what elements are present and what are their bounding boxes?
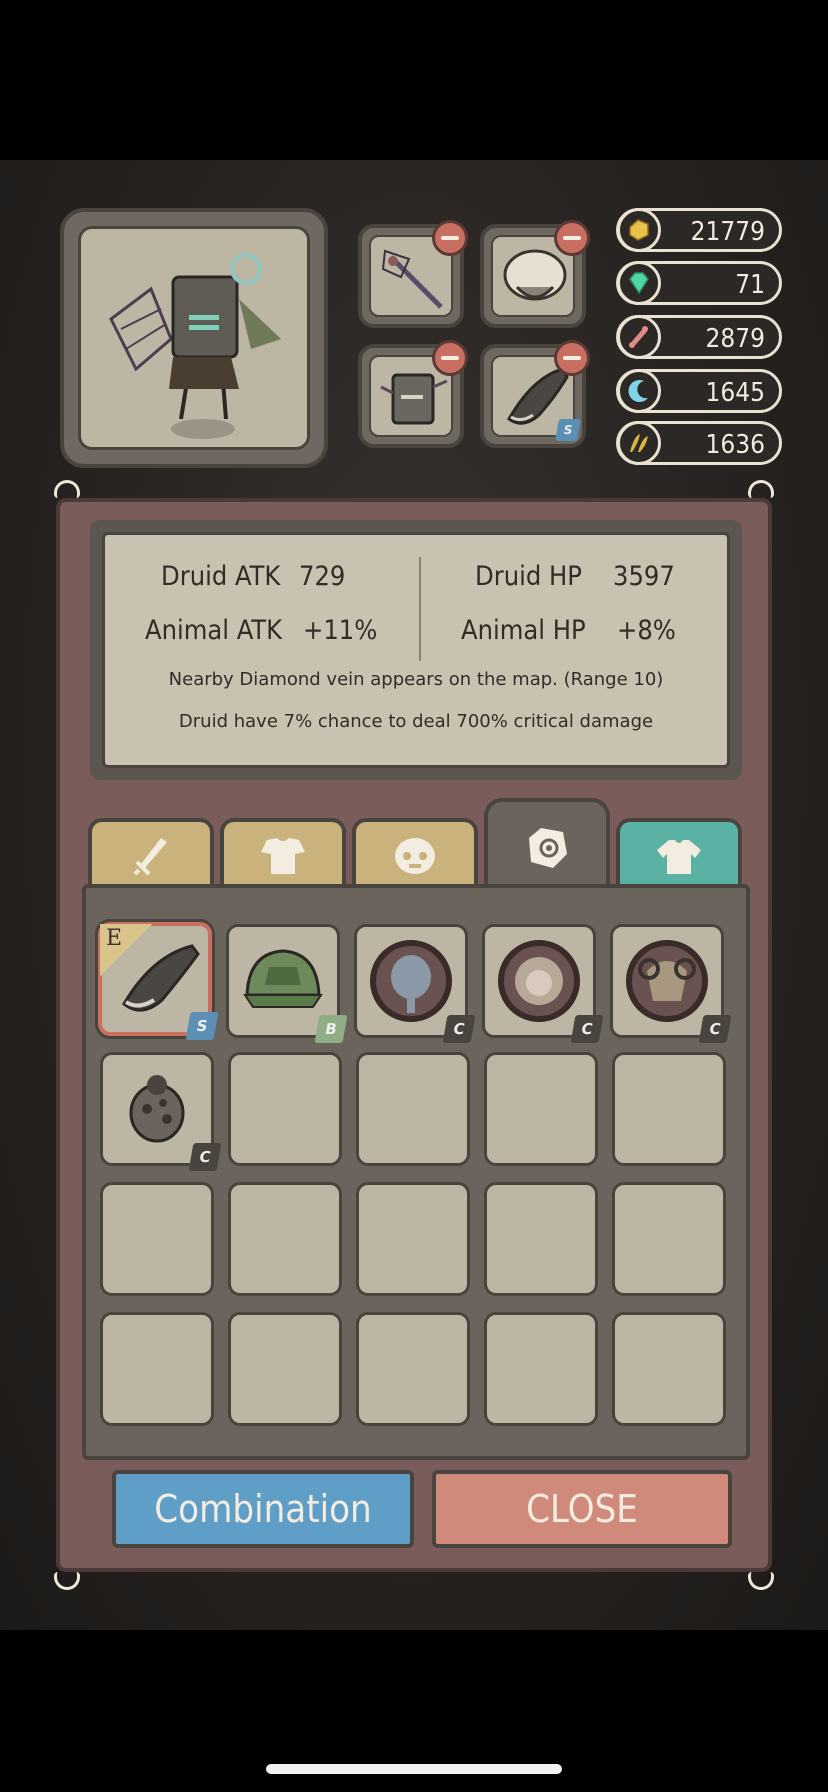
close-button[interactable]: CLOSE bbox=[432, 1470, 732, 1548]
wing-value: 1636 bbox=[705, 430, 765, 460]
inventory-slot-empty[interactable] bbox=[228, 1052, 342, 1166]
tab-weapon[interactable] bbox=[88, 818, 214, 890]
bone-icon bbox=[617, 315, 661, 359]
inventory-slot-empty[interactable] bbox=[484, 1052, 598, 1166]
gold-nugget-icon bbox=[617, 208, 661, 252]
grade-badge: B bbox=[314, 1015, 348, 1043]
animal-atk-value: +11% bbox=[303, 615, 378, 646]
gem-icon bbox=[617, 261, 661, 305]
resource-gem: 71 bbox=[616, 261, 782, 305]
animal-hp-value: +8% bbox=[617, 615, 676, 646]
stats-frame: Druid ATK 729 Animal ATK +11% Druid HP 3… bbox=[90, 520, 742, 780]
crescent-icon bbox=[617, 369, 661, 413]
inventory-slot-empty[interactable] bbox=[356, 1052, 470, 1166]
grade-badge: S bbox=[555, 419, 581, 441]
tab-armor[interactable] bbox=[220, 818, 346, 890]
inventory-slot[interactable]: E S bbox=[95, 919, 219, 1040]
animal-atk-label: Animal ATK bbox=[145, 615, 283, 646]
unequip-button[interactable] bbox=[432, 220, 468, 256]
tab-relic[interactable] bbox=[484, 798, 610, 894]
inventory-slot-empty[interactable] bbox=[484, 1312, 598, 1426]
resource-bone: 2879 bbox=[616, 315, 782, 359]
equip-slot-weapon[interactable] bbox=[358, 220, 468, 328]
gem-value: 71 bbox=[735, 270, 765, 300]
grade-badge: S bbox=[185, 1012, 219, 1040]
inventory-grid: E S B C C C C bbox=[82, 884, 750, 1460]
home-indicator[interactable] bbox=[266, 1764, 562, 1774]
grade-badge: C bbox=[570, 1015, 604, 1043]
grade-badge: C bbox=[698, 1015, 732, 1043]
equipped-badge: E bbox=[100, 924, 152, 976]
resource-crescent: 1645 bbox=[616, 369, 782, 413]
unequip-button[interactable] bbox=[432, 340, 468, 376]
inventory-slot-empty[interactable] bbox=[228, 1182, 342, 1296]
inventory-slot-empty[interactable] bbox=[484, 1182, 598, 1296]
inventory-slot-empty[interactable] bbox=[100, 1312, 214, 1426]
tab-mask[interactable] bbox=[352, 818, 478, 890]
inventory-slot[interactable]: C bbox=[100, 1052, 222, 1171]
equip-slot-head[interactable] bbox=[480, 220, 590, 328]
sword-icon bbox=[133, 838, 167, 876]
inventory-slot[interactable]: C bbox=[482, 924, 604, 1043]
gold-value: 21779 bbox=[690, 217, 765, 247]
stats-divider bbox=[419, 557, 421, 661]
armor-icon bbox=[261, 838, 305, 874]
combination-button[interactable]: Combination bbox=[112, 1470, 414, 1548]
druid-hp-label: Druid HP bbox=[475, 561, 582, 592]
grade-badge: C bbox=[442, 1015, 476, 1043]
unequip-button[interactable] bbox=[554, 220, 590, 256]
equip-slot-accessory[interactable]: S bbox=[480, 340, 590, 448]
crescent-value: 1645 bbox=[705, 378, 765, 408]
inventory-slot-empty[interactable] bbox=[228, 1312, 342, 1426]
inventory-slot[interactable]: B bbox=[226, 924, 348, 1043]
druid-atk-label: Druid ATK bbox=[161, 561, 281, 592]
grade-badge: C bbox=[188, 1143, 222, 1171]
inventory-slot-empty[interactable] bbox=[356, 1182, 470, 1296]
equipment-panel: Druid ATK 729 Animal ATK +11% Druid HP 3… bbox=[54, 480, 774, 1590]
unequip-button[interactable] bbox=[554, 340, 590, 376]
inventory-slot[interactable]: C bbox=[610, 924, 732, 1043]
equip-slot-body[interactable] bbox=[358, 340, 468, 448]
inventory-slot[interactable]: C bbox=[354, 924, 476, 1043]
resource-gold: 21779 bbox=[616, 208, 782, 252]
tab-outfit[interactable] bbox=[616, 818, 742, 890]
stats-box: Druid ATK 729 Animal ATK +11% Druid HP 3… bbox=[102, 532, 730, 768]
druid-hp-value: 3597 bbox=[613, 561, 675, 592]
relic-icon bbox=[529, 828, 567, 868]
animal-hp-label: Animal HP bbox=[461, 615, 586, 646]
skull-mask-icon bbox=[395, 838, 435, 874]
effect-description-1: Nearby Diamond vein appears on the map. … bbox=[168, 669, 664, 690]
resource-wing: 1636 bbox=[616, 421, 782, 465]
wing-icon bbox=[617, 421, 661, 465]
character-portrait[interactable] bbox=[60, 208, 328, 468]
inventory-slot-empty[interactable] bbox=[612, 1052, 726, 1166]
effect-description-2: Druid have 7% chance to deal 700% critic… bbox=[178, 711, 654, 732]
druid-character-icon bbox=[109, 253, 281, 439]
inventory-slot-empty[interactable] bbox=[612, 1312, 726, 1426]
inventory-slot-empty[interactable] bbox=[356, 1312, 470, 1426]
bone-value: 2879 bbox=[705, 324, 765, 354]
druid-atk-value: 729 bbox=[299, 561, 346, 592]
inventory-slot-empty[interactable] bbox=[612, 1182, 726, 1296]
inventory-slot-empty[interactable] bbox=[100, 1182, 214, 1296]
shirt-icon bbox=[657, 840, 701, 874]
